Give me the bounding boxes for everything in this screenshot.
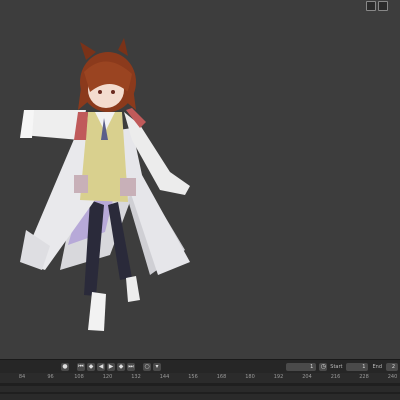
- character-model: [20, 38, 190, 331]
- ruler-tick-label: 192: [273, 374, 284, 380]
- start-frame-field[interactable]: 1: [346, 363, 369, 371]
- keying-set-icon[interactable]: ▾: [153, 363, 161, 371]
- timeline-header: ● ⏮ ◆ ◀ ▶ ◆ ⏭ ○ ▾ 1 ◷ Start 1 End 2: [0, 359, 400, 374]
- ruler-tick-label: 228: [359, 374, 369, 380]
- ruler-tick-label: 156: [188, 374, 198, 380]
- track-row: [0, 386, 400, 392]
- prev-keyframe-icon[interactable]: ◆: [87, 363, 95, 371]
- track-row: [0, 394, 400, 400]
- play-reverse-icon[interactable]: ◀: [97, 363, 105, 371]
- ruler-tick-label: 168: [216, 374, 227, 380]
- gizmo-toggle-icon[interactable]: [378, 1, 388, 11]
- 3d-viewport[interactable]: [0, 0, 400, 358]
- viewport-overlay-controls: [366, 0, 400, 12]
- jump-start-icon[interactable]: ⏮: [77, 363, 85, 371]
- ruler-tick-label: 240: [387, 374, 398, 380]
- end-frame-field[interactable]: 2: [386, 363, 398, 371]
- ruler-tick-label: 216: [330, 374, 341, 380]
- timeline-track[interactable]: [0, 383, 400, 400]
- clock-icon[interactable]: ◷: [319, 363, 328, 371]
- keying-icon[interactable]: ○: [143, 363, 151, 371]
- ruler-tick-label: 96: [47, 374, 54, 380]
- ruler-tick-label: 204: [302, 374, 312, 380]
- jump-end-icon[interactable]: ⏭: [127, 363, 135, 371]
- timeline-ruler[interactable]: 84 96 108 120 132 144 156 168 180 192 204 216 228 240: [0, 373, 400, 383]
- play-icon[interactable]: ▶: [107, 363, 115, 371]
- ruler-tick-label: 84: [18, 374, 26, 380]
- end-label: End: [372, 364, 382, 370]
- ruler-tick-label: 144: [159, 374, 170, 380]
- ruler-tick-label: 108: [74, 374, 84, 380]
- start-label: Start: [330, 364, 343, 370]
- record-toggle-icon[interactable]: ●: [61, 363, 69, 371]
- current-frame-field[interactable]: 1: [286, 363, 317, 371]
- ruler-tick-label: 180: [245, 374, 255, 380]
- overlay-toggle-icon[interactable]: [366, 1, 376, 11]
- ruler-tick-label: 120: [102, 374, 113, 380]
- ruler-tick-label: 132: [131, 374, 141, 380]
- next-keyframe-icon[interactable]: ◆: [117, 363, 125, 371]
